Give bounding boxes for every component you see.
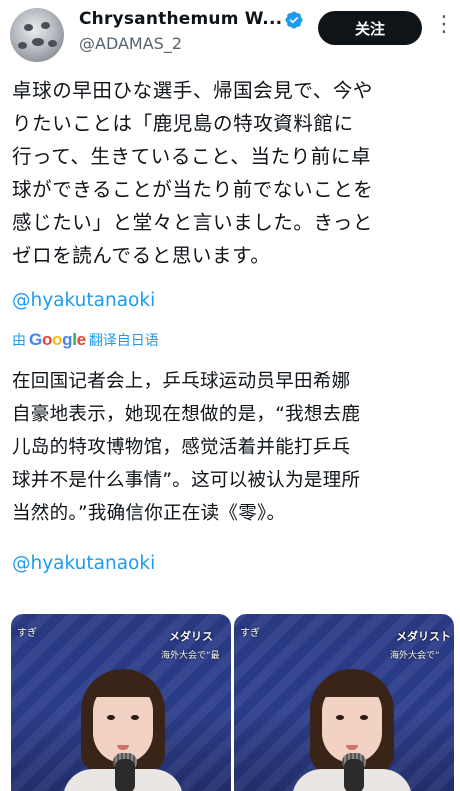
tweet-text: 卓球の早田ひな選手、帰国会見で、今や りたいことは「鹿児島の特攻資料館に 行って… xyxy=(12,74,452,272)
translated-mention-link[interactable]: @hyakutanaoki xyxy=(12,553,155,574)
translation-attribution[interactable]: 由 Google 翻译自日语 xyxy=(12,329,159,351)
tweet-text-line: ゼロを読んでると思います。 xyxy=(12,244,271,267)
media-image[interactable]: すぎ メダリス 海外大会で“最 xyxy=(11,614,231,791)
tv-caption-corner: すぎ xyxy=(17,628,37,639)
author-handle[interactable]: @ADAMAS_2 xyxy=(79,34,182,53)
translation-suffix: 翻译自日语 xyxy=(88,333,159,349)
tweet-text-line: 球ができることが当たり前でないことを xyxy=(12,178,374,201)
translated-text-line: 当然的。”我确信你正在读《零》。 xyxy=(12,503,286,524)
google-logo: Google xyxy=(29,330,86,349)
avatar[interactable] xyxy=(10,8,64,62)
person-figure xyxy=(63,641,183,791)
tweet-text-line: りたいことは「鹿児島の特攻資料館に xyxy=(12,112,354,135)
translated-text-line: 球并不是什么事情”。这可以被认为是理所 xyxy=(12,470,361,491)
verified-badge-icon xyxy=(285,11,303,29)
follow-button[interactable]: 关注 xyxy=(318,11,422,45)
media-image[interactable]: すぎ メダリスト 海外大会で“ xyxy=(234,614,454,791)
tweet-text-line: 行って、生きていること、当たり前に卓 xyxy=(12,145,372,168)
tweet-text-line: 感じたい」と堂々と言いました。きっと xyxy=(12,211,374,234)
translation-prefix: 由 xyxy=(12,333,26,349)
translated-text-line: 在回国记者会上，乒乓球运动员早田希娜 xyxy=(12,371,351,392)
author-display-name[interactable]: Chrysanthemum W... xyxy=(79,9,282,29)
tweet-text-line: 卓球の早田ひな選手、帰国会見で、今や xyxy=(12,79,374,102)
tv-caption-corner: すぎ xyxy=(240,628,260,639)
translated-text-line: 儿岛的特攻博物馆，感觉活着并能打乒乓 xyxy=(12,437,351,458)
tweet-header: Chrysanthemum W... @ADAMAS_2 关注 ⋮ xyxy=(0,0,460,62)
translated-text-line: 自豪地表示，她现在想做的是，“我想去鹿 xyxy=(12,404,361,425)
more-options-icon[interactable]: ⋮ xyxy=(432,14,456,42)
person-figure xyxy=(292,641,412,791)
translated-text: 在回国记者会上，乒乓球运动员早田希娜 自豪地表示，她现在想做的是，“我想去鹿 儿… xyxy=(12,365,452,530)
mention-link[interactable]: @hyakutanaoki xyxy=(12,290,155,311)
